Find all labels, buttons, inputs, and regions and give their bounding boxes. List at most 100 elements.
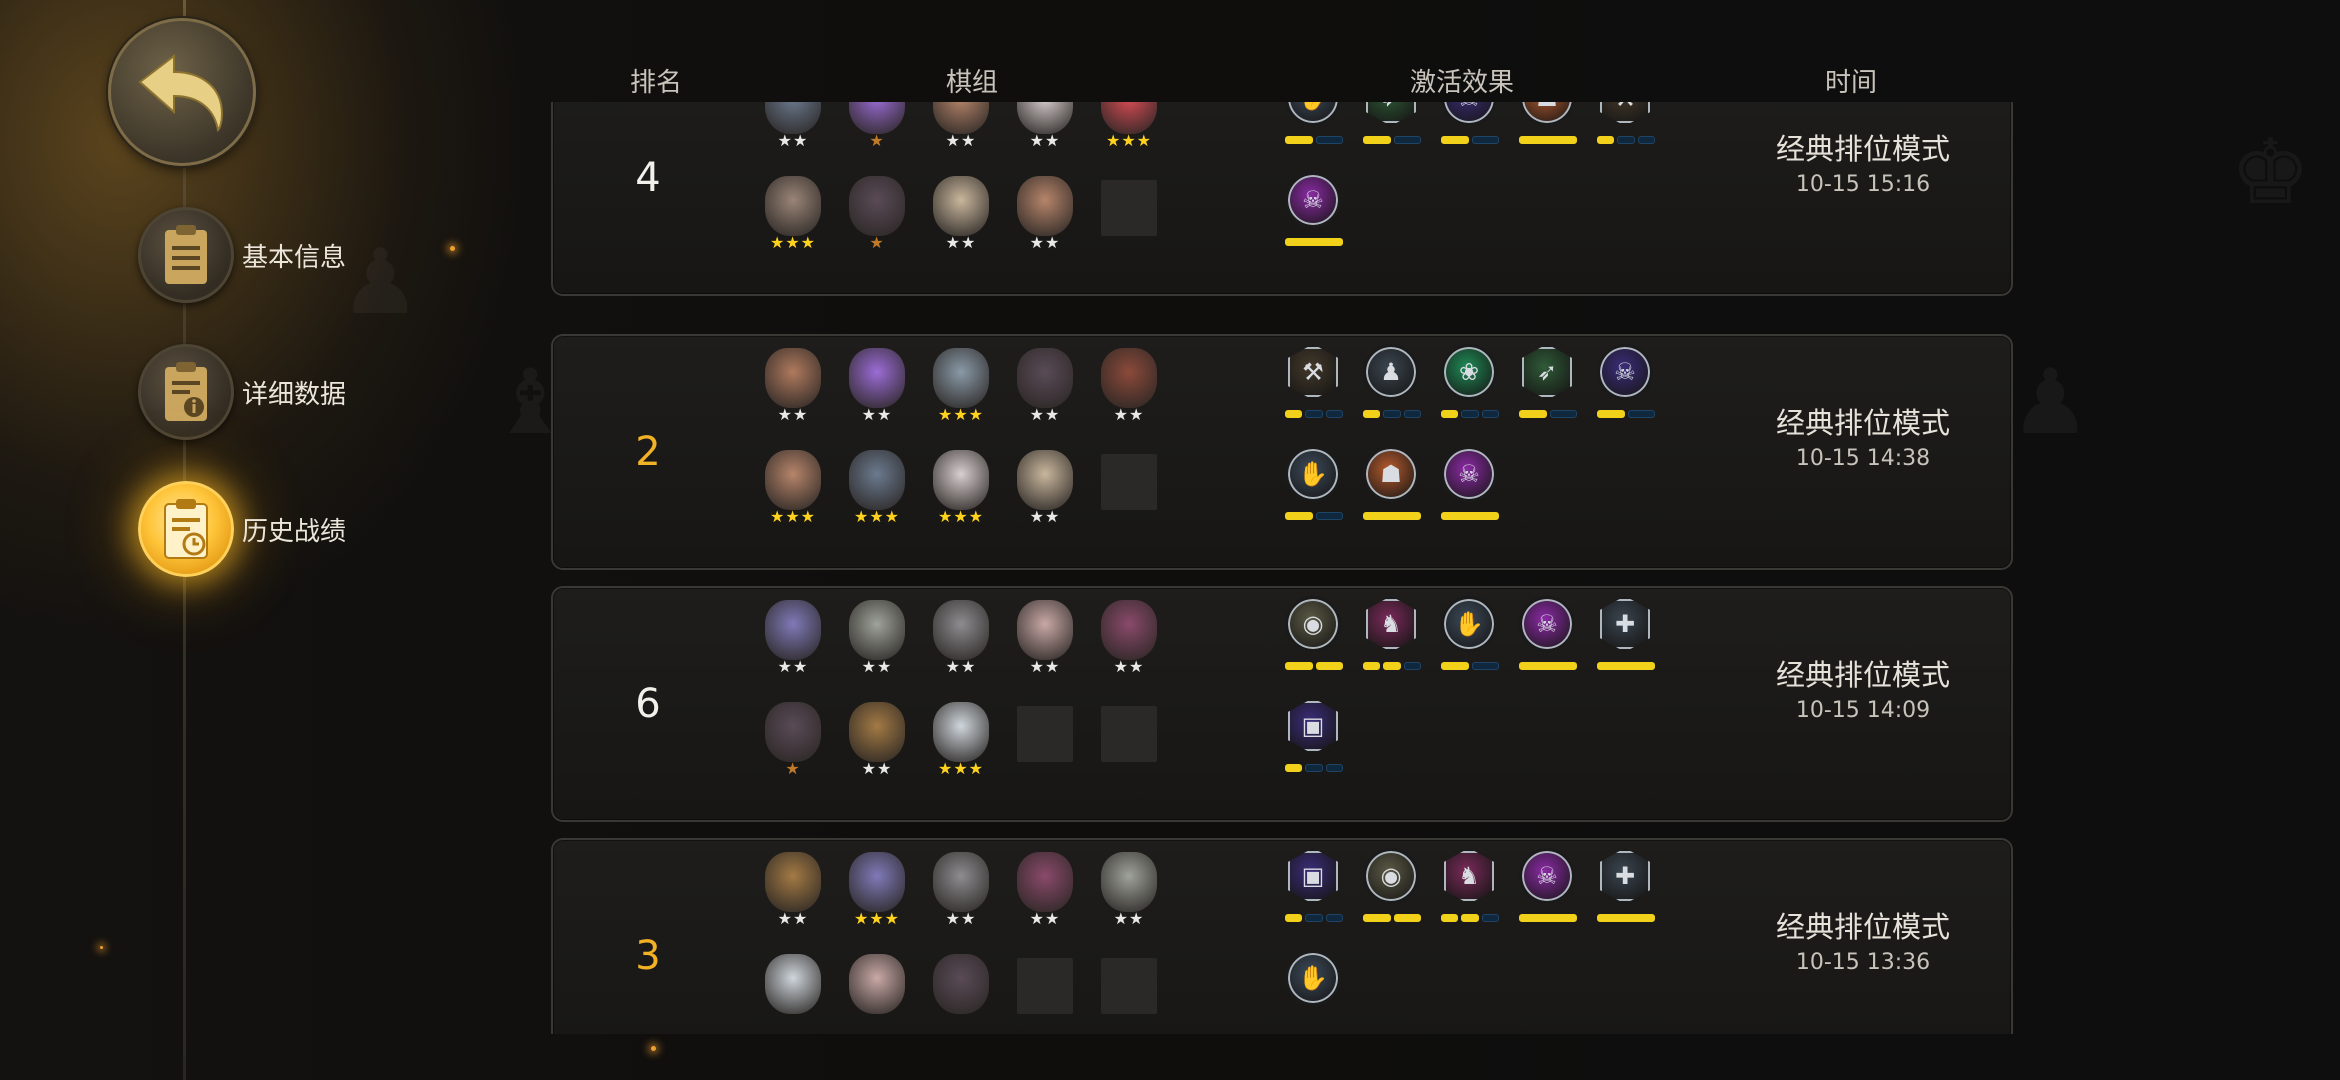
rank-value: 4 xyxy=(635,155,661,201)
hero-slot[interactable]: ★ xyxy=(763,702,823,798)
match-info: 经典排位模式 10-15 14:09 xyxy=(1703,652,2015,723)
hero-slot[interactable]: ★★ xyxy=(931,176,991,272)
hero-slot[interactable] xyxy=(847,954,907,1034)
hero-slot[interactable] xyxy=(1099,702,1159,798)
synergy-badge[interactable]: ☠ xyxy=(1595,344,1655,434)
match-card[interactable]: 6 ★★ ★★ ★★ ★★ ★★ ★ ★★ ★★★ ◉ ♞ ✋ ☠ ✚ ▣ 经典排位模式 10-15 14:09 xyxy=(551,586,2013,822)
synergy-badge[interactable]: ☗ xyxy=(1517,102,1577,160)
game-mode: 经典排位模式 xyxy=(1775,658,1950,692)
synergy-badge[interactable]: ❀ xyxy=(1439,344,1499,434)
background-king-icon: ♚ xyxy=(2230,120,2311,225)
hero-slot[interactable]: ★★ xyxy=(931,852,991,948)
hero-slot[interactable] xyxy=(1099,176,1159,272)
hero-slot[interactable] xyxy=(1015,702,1075,798)
fluffy-beast-portrait xyxy=(933,450,989,510)
hero-slot[interactable]: ★★★ xyxy=(931,702,991,798)
synergy-glyph: ◉ xyxy=(1380,862,1402,890)
synergy-badge[interactable]: ♞ xyxy=(1361,596,1421,686)
synergy-badge[interactable]: ✚ xyxy=(1595,848,1655,938)
hero-slot[interactable]: ★★ xyxy=(1099,600,1159,696)
synergy-badge[interactable]: ✋ xyxy=(1283,950,1343,1034)
match-card[interactable]: 4★★★★★★★★★★★★★★★★★★✋➶☠☗⚒☠经典排位模式10-15 15:… xyxy=(551,102,2013,296)
empty-slot xyxy=(1101,454,1157,510)
match-info: 经典排位模式 10-15 15:16 xyxy=(1703,126,2015,197)
synergy-badge[interactable]: ♟ xyxy=(1361,344,1421,434)
hero-slot[interactable]: ★★ xyxy=(1015,450,1075,546)
game-mode: 经典排位模式 xyxy=(1775,132,1950,166)
synergy-badge[interactable]: ☗ xyxy=(1361,446,1421,536)
clipboard-clock-icon xyxy=(138,481,234,577)
menu-label: 详细数据 xyxy=(242,378,347,409)
hero-slot[interactable] xyxy=(1099,954,1159,1034)
synergy-level-bar xyxy=(1597,914,1655,922)
hero-slot[interactable]: ★★ xyxy=(763,348,823,444)
synergy-badge[interactable]: ✋ xyxy=(1283,446,1343,536)
hero-slot[interactable]: ★★ xyxy=(763,600,823,696)
menu-item-detailed-data[interactable]: 详细数据 xyxy=(138,342,538,442)
synergy-badge[interactable]: ➶ xyxy=(1517,344,1577,434)
synergy-glyph: ☗ xyxy=(1380,460,1402,488)
hero-slot[interactable] xyxy=(763,954,823,1034)
synergy-badge[interactable]: ♞ xyxy=(1439,848,1499,938)
synergy-badge[interactable]: ☠ xyxy=(1517,848,1577,938)
menu-item-match-history[interactable]: 历史战绩 xyxy=(138,479,538,579)
synergy-glyph: ☠ xyxy=(1614,358,1636,386)
synergy-badge[interactable]: ☠ xyxy=(1439,446,1499,536)
hero-slot[interactable]: ★★ xyxy=(1015,176,1075,272)
hero-slot[interactable]: ★★ xyxy=(1015,852,1075,948)
synergy-badge[interactable]: ✋ xyxy=(1439,596,1499,686)
hero-slot[interactable]: ★★★ xyxy=(847,450,907,546)
hero-slot[interactable]: ★★ xyxy=(763,852,823,948)
hero-slot[interactable]: ★★★ xyxy=(763,450,823,546)
synergy-badge[interactable]: ◉ xyxy=(1361,848,1421,938)
synergy-level-bar xyxy=(1519,914,1577,922)
menu-item-basic-info[interactable]: 基本信息 xyxy=(138,205,538,305)
hero-slot[interactable]: ★★ xyxy=(1099,852,1159,948)
synergy-badge[interactable]: ⚒ xyxy=(1283,344,1343,434)
hero-slot[interactable]: ★★★ xyxy=(763,176,823,272)
hero-slot[interactable]: ★★ xyxy=(763,102,823,170)
synergy-level-bar xyxy=(1363,662,1421,670)
synergy-badge[interactable]: ➶ xyxy=(1361,102,1421,160)
hero-slot[interactable] xyxy=(1099,450,1159,546)
hero-slot[interactable]: ★★ xyxy=(847,600,907,696)
synergy-badge[interactable]: ◉ xyxy=(1283,596,1343,686)
hero-slot[interactable]: ★ xyxy=(847,176,907,272)
star-rating: ★★★ xyxy=(853,909,901,928)
match-history-list[interactable]: 4★★★★★★★★★★★★★★★★★★✋➶☠☗⚒☠经典排位模式10-15 15:… xyxy=(549,102,2015,1034)
synergy-badge[interactable]: ☠ xyxy=(1283,172,1343,262)
claw-icon: ✋ xyxy=(1441,596,1497,652)
synergy-badge[interactable]: ▣ xyxy=(1283,698,1343,788)
synergy-badge[interactable]: ✋ xyxy=(1283,102,1343,160)
hero-slot[interactable]: ★★★ xyxy=(1099,102,1159,170)
red-octopus-portrait xyxy=(1101,102,1157,134)
hero-slot[interactable]: ★★ xyxy=(1015,102,1075,170)
synergy-glyph: ✚ xyxy=(1614,610,1636,638)
hero-slot[interactable]: ★★ xyxy=(847,348,907,444)
synergy-badge[interactable]: ☠ xyxy=(1517,596,1577,686)
match-card[interactable]: 2 ★★ ★★ ★★★ ★★ ★★ ★★★ ★★★ ★★★ ★★ ⚒ ♟ ❀ ➶ ☠ ✋ ☗ ☠ 经典排位模式 10-… xyxy=(551,334,2013,570)
synergy-badge[interactable]: ✚ xyxy=(1595,596,1655,686)
hero-slot[interactable]: ★★ xyxy=(1015,348,1075,444)
hero-slot[interactable] xyxy=(931,954,991,1034)
star-rating: ★★★ xyxy=(937,405,985,424)
synergy-badge[interactable]: ⚒ xyxy=(1595,102,1655,160)
axe-icon: ⚒ xyxy=(1599,102,1651,126)
star-rating: ★★ xyxy=(1029,909,1061,928)
hero-slot[interactable]: ★★ xyxy=(931,102,991,170)
hero-slot[interactable]: ★★ xyxy=(1099,348,1159,444)
match-card[interactable]: 3 ★★ ★★★ ★★ ★★ ★★ ▣ ◉ ♞ ☠ ✚ ✋ 经典排位模式 10-15 13:36 xyxy=(551,838,2013,1034)
hero-slot[interactable]: ★★★ xyxy=(931,450,991,546)
synergy-badge[interactable]: ▣ xyxy=(1283,848,1343,938)
synergy-glyph: ➶ xyxy=(1536,358,1558,386)
hero-slot[interactable]: ★ xyxy=(847,102,907,170)
synergy-glyph: ✋ xyxy=(1298,102,1328,110)
hero-slot[interactable]: ★★★ xyxy=(931,348,991,444)
hero-slot[interactable] xyxy=(1015,954,1075,1034)
hero-slot[interactable]: ★★★ xyxy=(847,852,907,948)
back-button[interactable] xyxy=(108,18,256,166)
synergy-badge[interactable]: ☠ xyxy=(1439,102,1499,160)
hero-slot[interactable]: ★★ xyxy=(931,600,991,696)
hero-slot[interactable]: ★★ xyxy=(847,702,907,798)
hero-slot[interactable]: ★★ xyxy=(1015,600,1075,696)
